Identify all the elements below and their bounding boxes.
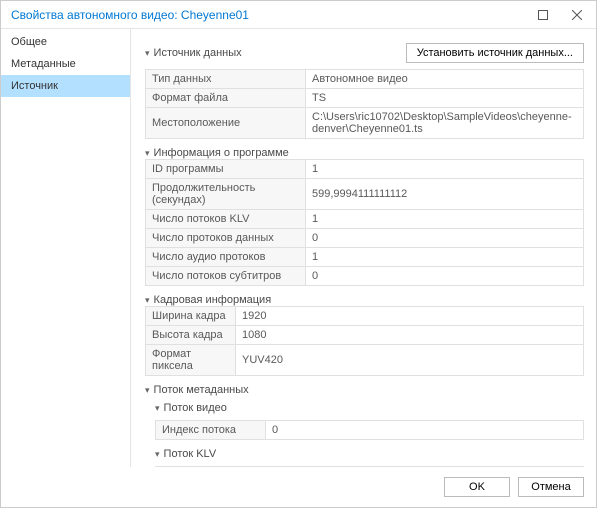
table-row: МестоположениеC:\Users\ric10702\Desktop\… [146,108,584,139]
ok-button[interactable]: OK [444,477,510,497]
main-content[interactable]: ▾ Источник данных Установить источник да… [131,29,596,467]
titlebar: Свойства автономного видео: Cheyenne01 [1,1,596,29]
prop-key: Число потоков субтитров [146,267,306,286]
prop-key: Формат пиксела [146,345,236,376]
close-icon [572,10,582,20]
prop-value: 599,9994111111112 [306,179,584,210]
prop-key: Продолжительность (секундах) [146,179,306,210]
window-title: Свойства автономного видео: Cheyenne01 [11,8,249,22]
cancel-button[interactable]: Отмена [518,477,584,497]
dialog-footer: OK Отмена [1,467,596,507]
maximize-button[interactable] [526,2,560,28]
prop-value: TS [306,89,584,108]
section-title-text: Поток метаданных [154,384,249,396]
table-program-info: ID программы1 Продолжительность (секунда… [145,159,584,286]
table-frame-info: Ширина кадра1920 Высота кадра1080 Формат… [145,306,584,376]
table-row: Формат пикселаYUV420 [146,345,584,376]
table-row: Число потоков KLV1 [146,210,584,229]
table-row: Число аудио протоков1 [146,248,584,267]
prop-value: 0 [266,421,584,440]
prop-key: Число протоков данных [146,229,306,248]
tab-general[interactable]: Общее [1,31,130,53]
section-toggle-video-stream[interactable]: ▾ Поток видео [155,402,584,414]
table-row: Формат файлаTS [146,89,584,108]
sidebar: Общее Метаданные Источник [1,29,131,467]
section-toggle-metadata-stream[interactable]: ▾ Поток метаданных [145,384,584,396]
chevron-down-icon: ▾ [155,403,160,414]
prop-key: Высота кадра [146,326,236,345]
section-title-text: Информация о программе [154,147,289,159]
maximize-icon [538,10,548,20]
prop-key: ID программы [146,160,306,179]
titlebar-controls [526,2,594,28]
chevron-down-icon: ▾ [155,449,160,460]
table-row: Число потоков субтитров0 [146,267,584,286]
section-title-text: Источник данных [154,47,242,59]
prop-value: 0 [306,229,584,248]
prop-value: C:\Users\ric10702\Desktop\SampleVideos\c… [306,108,584,139]
dialog-window: Свойства автономного видео: Cheyenne01 О… [0,0,597,508]
section-toggle-program-info[interactable]: ▾ Информация о программе [145,147,584,159]
table-row: Индекс потока0 [156,421,584,440]
chevron-down-icon: ▾ [145,48,150,59]
prop-value: 1080 [236,326,584,345]
table-row: Продолжительность (секундах)599,99941111… [146,179,584,210]
table-data-source: Тип данныхАвтономное видео Формат файлаT… [145,69,584,139]
prop-value: 1920 [236,307,584,326]
chevron-down-icon: ▾ [145,295,150,306]
prop-key: Тип данных [146,70,306,89]
table-row: Число протоков данных0 [146,229,584,248]
table-video-stream: Индекс потока0 [155,420,584,440]
section-toggle-data-source[interactable]: ▾ Источник данных [145,47,242,59]
table-row: ID программы1 [146,160,584,179]
prop-key: Ширина кадра [146,307,236,326]
section-toggle-frame-info[interactable]: ▾ Кадровая информация [145,294,584,306]
prop-value: Автономное видео [306,70,584,89]
prop-key: Индекс потока [156,421,266,440]
table-row: Тип данныхАвтономное видео [146,70,584,89]
section-title-text: Кадровая информация [154,294,272,306]
prop-key: Местоположение [146,108,306,139]
prop-key: Число аудио протоков [146,248,306,267]
prop-value: YUV420 [236,345,584,376]
section-title-text: Поток KLV [164,448,217,460]
prop-value: 1 [306,210,584,229]
section-title-text: Поток видео [164,402,227,414]
prop-key: Формат файла [146,89,306,108]
tab-source[interactable]: Источник [1,75,130,97]
dialog-body: Общее Метаданные Источник ▾ Источник дан… [1,29,596,467]
prop-value: 0 [306,267,584,286]
close-button[interactable] [560,2,594,28]
chevron-down-icon: ▾ [145,148,150,159]
table-row: Высота кадра1080 [146,326,584,345]
set-data-source-button[interactable]: Установить источник данных... [406,43,584,63]
section-toggle-klv-stream[interactable]: ▾ Поток KLV [155,448,584,460]
chevron-down-icon: ▾ [145,385,150,396]
prop-value: 1 [306,248,584,267]
prop-key: Число потоков KLV [146,210,306,229]
table-row: Ширина кадра1920 [146,307,584,326]
tab-metadata[interactable]: Метаданные [1,53,130,75]
section-header-data-source: ▾ Источник данных Установить источник да… [145,43,584,63]
prop-value: 1 [306,160,584,179]
